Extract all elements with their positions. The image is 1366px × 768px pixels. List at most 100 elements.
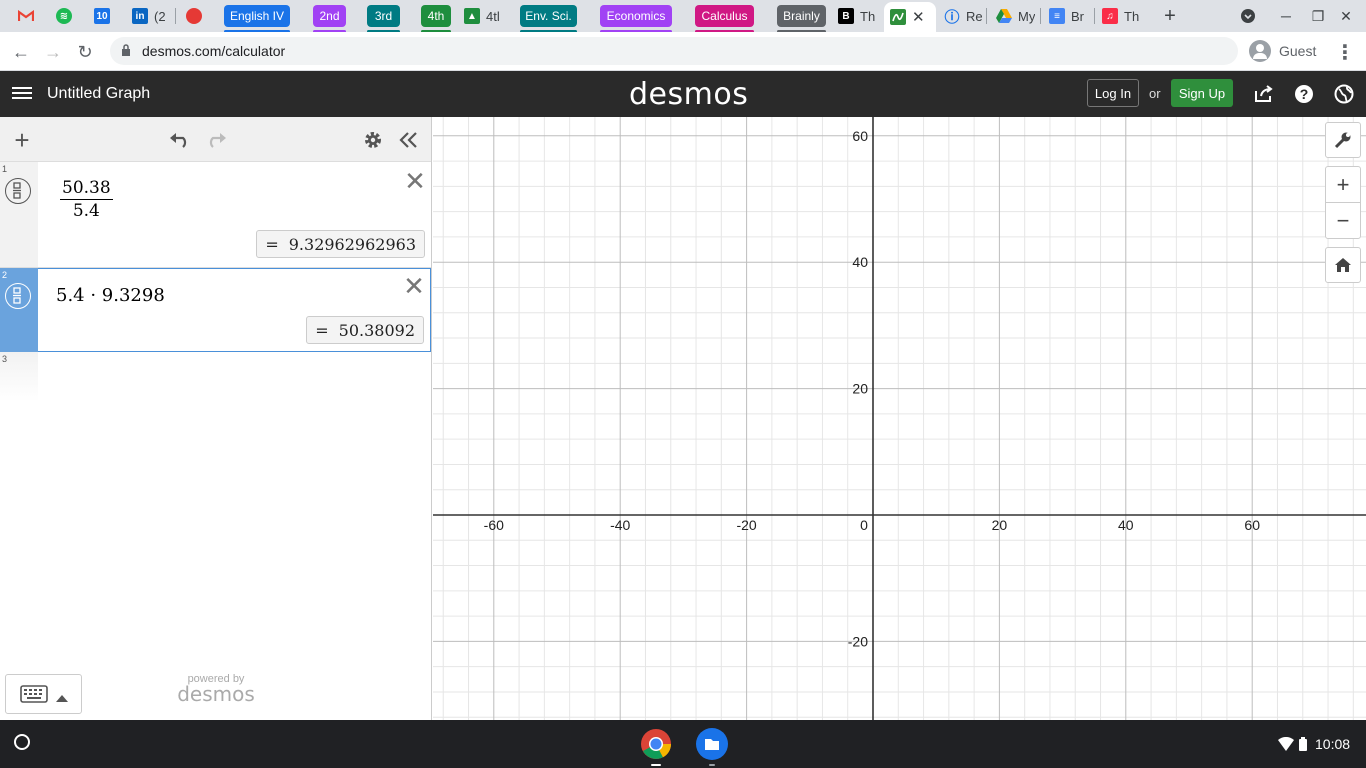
url-text: desmos.com/calculator xyxy=(142,43,286,59)
linkedin-icon: in xyxy=(132,8,148,24)
zoom-out-icon[interactable]: − xyxy=(1325,202,1361,239)
signup-button[interactable]: Sign Up xyxy=(1171,79,1233,107)
tab-brainly[interactable]: B Th xyxy=(838,0,875,32)
delete-expression-icon[interactable]: ✕ xyxy=(403,273,425,299)
result-value: 9.32962962963 xyxy=(288,234,416,254)
add-item-icon[interactable]: + xyxy=(10,125,34,155)
tab-music[interactable]: ♫ Th xyxy=(1102,0,1139,32)
y-tick-label: -20 xyxy=(848,633,868,649)
tab-classroom[interactable]: ▲ 4tl xyxy=(464,0,500,32)
tab-group-english-iv[interactable]: English IV xyxy=(224,5,290,33)
tab-record[interactable] xyxy=(186,0,202,32)
result-value: 50.38092 xyxy=(338,320,415,340)
graph-paper[interactable]: -60 -40 -20 0 20 40 60 60 40 20 -20 xyxy=(433,117,1366,720)
redo-icon[interactable] xyxy=(204,128,228,152)
profile-label: Guest xyxy=(1279,43,1317,59)
svg-text:?: ? xyxy=(1300,86,1309,102)
minimize-icon[interactable]: ─ xyxy=(1276,6,1296,26)
tab-desmos-active[interactable]: ✕ xyxy=(884,2,936,32)
close-window-icon[interactable]: ✕ xyxy=(1336,6,1356,26)
tab-calendar[interactable]: 10 xyxy=(94,0,110,32)
graph-canvas[interactable]: -60 -40 -20 0 20 40 60 60 40 20 -20 xyxy=(433,117,1366,720)
browser-tab-strip: ≋ 10 in (2 English IV 2nd 3rd 4th ▲ 4tl … xyxy=(0,0,1366,33)
graph-title[interactable]: Untitled Graph xyxy=(47,85,150,103)
address-bar[interactable]: desmos.com/calculator xyxy=(110,37,1238,65)
record-icon xyxy=(186,8,202,24)
tab-gmail[interactable] xyxy=(18,0,34,32)
music-icon: ♫ xyxy=(1102,8,1118,24)
help-icon[interactable]: ? xyxy=(1293,83,1315,105)
files-app-icon[interactable] xyxy=(696,728,728,766)
default-viewport-home-icon[interactable] xyxy=(1325,247,1361,283)
tab-group-4th[interactable]: 4th xyxy=(421,5,451,33)
tab-linkedin[interactable]: in (2 xyxy=(132,0,166,32)
fraction-bar xyxy=(60,199,113,200)
keypad-toggle-button[interactable] xyxy=(5,674,82,714)
x-tick-label: -60 xyxy=(484,517,504,533)
status-tray[interactable]: 10:08 xyxy=(1266,730,1362,758)
globe-language-icon[interactable] xyxy=(1333,83,1355,105)
fraction-format-icon[interactable] xyxy=(5,283,31,309)
tab-group-2nd[interactable]: 2nd xyxy=(313,5,346,33)
y-tick-label: 40 xyxy=(852,254,868,270)
reload-icon[interactable]: ↻ xyxy=(72,39,98,65)
tab-group-economics[interactable]: Economics xyxy=(600,5,672,33)
tab-group-env-sci[interactable]: Env. Sci. xyxy=(520,5,577,33)
tab-drive[interactable]: My xyxy=(996,0,1035,32)
tab-spotify[interactable]: ≋ xyxy=(56,0,72,32)
zoom-in-icon[interactable]: + xyxy=(1325,166,1361,203)
powered-by-desmos[interactable]: powered by desmos xyxy=(176,673,256,704)
tab-group-3rd[interactable]: 3rd xyxy=(367,5,400,33)
tab-search-icon[interactable] xyxy=(1238,6,1258,26)
expression-gutter: 3 xyxy=(0,352,38,402)
x-tick-label: -20 xyxy=(736,517,756,533)
desmos-favicon-icon xyxy=(890,9,906,25)
login-button[interactable]: Log In xyxy=(1087,79,1139,107)
share-icon[interactable] xyxy=(1253,83,1275,105)
undo-icon[interactable] xyxy=(168,128,192,152)
expression-gutter: 2 xyxy=(0,268,38,352)
tab-info[interactable]: ⓘ Re xyxy=(944,0,982,32)
clock: 10:08 xyxy=(1315,736,1351,752)
desmos-logo: desmos xyxy=(629,77,749,112)
os-shelf: 10:08 xyxy=(0,720,1366,768)
fraction-expression[interactable]: 50.38 5.4 xyxy=(60,178,113,221)
caret-up-icon xyxy=(56,689,68,707)
fraction-denominator: 5.4 xyxy=(72,201,100,221)
x-tick-label: -40 xyxy=(610,517,630,533)
tab-docs[interactable]: ≡ Br xyxy=(1049,0,1084,32)
avatar-icon xyxy=(1249,40,1271,62)
close-tab-icon[interactable]: ✕ xyxy=(912,8,925,26)
expression-row[interactable]: 1 50.38 5.4 ✕ = 9.32962962963 xyxy=(0,162,431,268)
fraction-format-icon[interactable] xyxy=(5,178,31,204)
expression-row-selected[interactable]: 2 5.4 · 9.3298 ✕ = 50.38092 xyxy=(0,268,431,352)
chrome-app-icon[interactable] xyxy=(640,728,672,766)
forward-icon[interactable]: → xyxy=(40,39,66,65)
graph-settings-wrench-icon[interactable] xyxy=(1325,122,1361,158)
or-label: or xyxy=(1149,86,1161,101)
fraction-numerator: 50.38 xyxy=(62,178,111,198)
menu-kebab-icon[interactable]: ⋮ xyxy=(1332,39,1358,65)
tab-group-brainly[interactable]: Brainly xyxy=(777,5,826,33)
tab-separator xyxy=(986,8,987,24)
tab-group-calculus[interactable]: Calculus xyxy=(695,5,754,33)
docs-icon: ≡ xyxy=(1049,8,1065,24)
profile-button[interactable]: Guest xyxy=(1245,37,1329,65)
settings-gear-icon[interactable] xyxy=(361,128,385,152)
classroom-icon: ▲ xyxy=(464,8,480,24)
y-tick-label: 60 xyxy=(852,128,868,144)
new-tab-icon[interactable]: + xyxy=(1160,5,1180,27)
delete-expression-icon[interactable]: ✕ xyxy=(404,168,426,194)
expression-result: = 9.32962962963 xyxy=(256,230,425,258)
expression-toolbar: + xyxy=(0,117,431,162)
launcher-icon[interactable] xyxy=(14,734,30,750)
expression-row-empty[interactable]: 3 xyxy=(0,352,431,402)
expression-input[interactable]: 5.4 · 9.3298 xyxy=(56,285,165,306)
expression-index: 3 xyxy=(2,354,8,364)
battery-icon xyxy=(1299,737,1307,751)
x-tick-label: 20 xyxy=(992,517,1008,533)
collapse-panel-icon[interactable] xyxy=(397,128,421,152)
back-icon[interactable]: ← xyxy=(8,39,34,65)
restore-icon[interactable]: ❐ xyxy=(1308,6,1328,26)
hamburger-menu-icon[interactable] xyxy=(12,84,32,104)
